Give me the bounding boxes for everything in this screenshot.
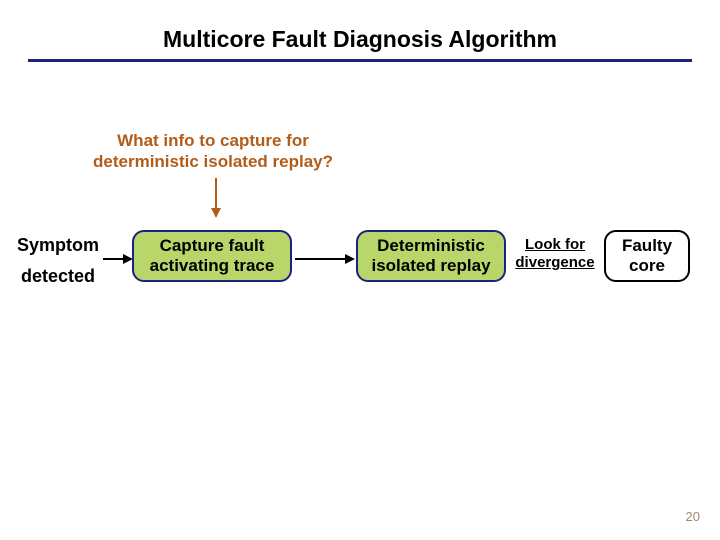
symptom-label: Symptom detected [8,230,108,291]
lookfor-label: Look for divergence [508,236,602,272]
title-underline [28,59,692,62]
replay-box: Deterministic isolated replay [356,230,506,282]
flow-container: Symptom detected Capture fault activatin… [0,226,720,296]
symptom-line1: Symptom [17,235,99,255]
faulty-box: Faulty core [604,230,690,282]
symptom-line2: detected [21,266,95,286]
arrow-right-icon [103,252,133,270]
capture-box: Capture fault activating trace [132,230,292,282]
slide-title: Multicore Fault Diagnosis Algorithm [0,0,720,59]
arrow-right-icon [295,252,355,270]
slide-number: 20 [686,509,700,524]
question-text: What info to capture for deterministic i… [93,130,333,173]
arrow-down-icon [210,178,222,218]
